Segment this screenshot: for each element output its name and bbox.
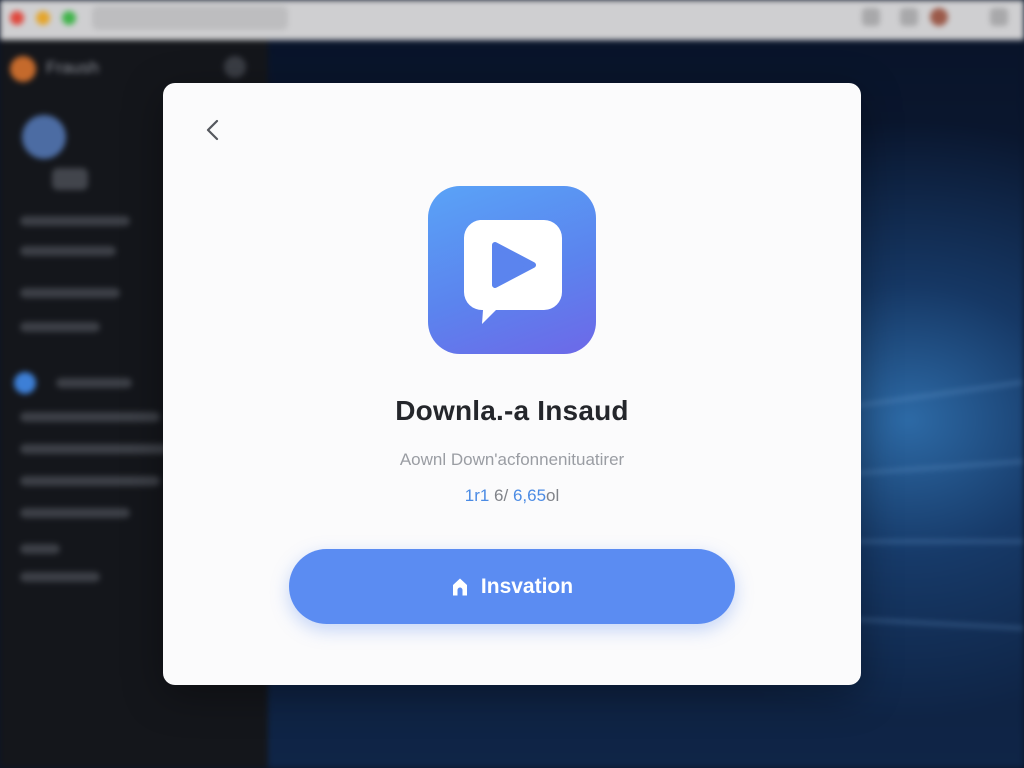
avatar[interactable] [22, 115, 66, 159]
gear-icon[interactable] [224, 56, 246, 78]
sidebar-item[interactable] [20, 216, 130, 226]
app-logo-icon [10, 56, 36, 82]
close-window-button[interactable] [10, 11, 24, 25]
user-avatar-icon[interactable] [930, 8, 948, 26]
play-chat-bubble-icon [463, 220, 562, 324]
meta-part-4: ol [546, 486, 560, 505]
minimize-window-button[interactable] [36, 11, 50, 25]
sidebar-item[interactable] [20, 544, 60, 554]
sidebar-item[interactable] [20, 444, 170, 454]
sidebar-item[interactable] [56, 378, 132, 388]
window-titlebar [0, 0, 1024, 40]
address-bar[interactable] [92, 6, 288, 30]
dialog-subtitle: Aownl Down'acfonnenituatirer [399, 450, 625, 469]
meta-part-2: 6/ [489, 486, 513, 505]
sidebar-dot-icon [14, 372, 36, 394]
sidebar-item[interactable] [20, 412, 160, 422]
install-button-label: Insvation [480, 574, 574, 598]
sidebar-item[interactable] [20, 288, 120, 298]
sidebar-item[interactable] [20, 322, 100, 332]
chevron-left-icon [206, 119, 219, 141]
meta-part-3: 6,65 [512, 486, 547, 505]
sidebar-item[interactable] [20, 572, 100, 582]
app-meta: 1r1 6/ 6,65ol [163, 486, 861, 506]
zoom-window-button[interactable] [62, 11, 76, 25]
home-icon [452, 578, 467, 595]
sidebar-item[interactable] [20, 476, 160, 486]
toolbar-icon[interactable] [900, 8, 918, 26]
toolbar-icon[interactable] [862, 8, 880, 26]
install-button[interactable]: Insvation [289, 549, 735, 624]
dialog-title: Downla.-a Insaud [395, 395, 629, 426]
back-button[interactable] [199, 116, 227, 144]
toolbar-icon[interactable] [990, 8, 1008, 26]
sidebar-item[interactable] [20, 246, 116, 256]
sidebar-chip[interactable] [52, 168, 88, 190]
sidebar-item[interactable] [20, 508, 130, 518]
background-app-name: Fraush [46, 58, 99, 77]
meta-part-1: 1r1 [464, 486, 490, 505]
install-dialog: Downla.-a Insaud Aownl Down'acfonnenitua… [163, 83, 861, 685]
app-icon [428, 186, 596, 354]
